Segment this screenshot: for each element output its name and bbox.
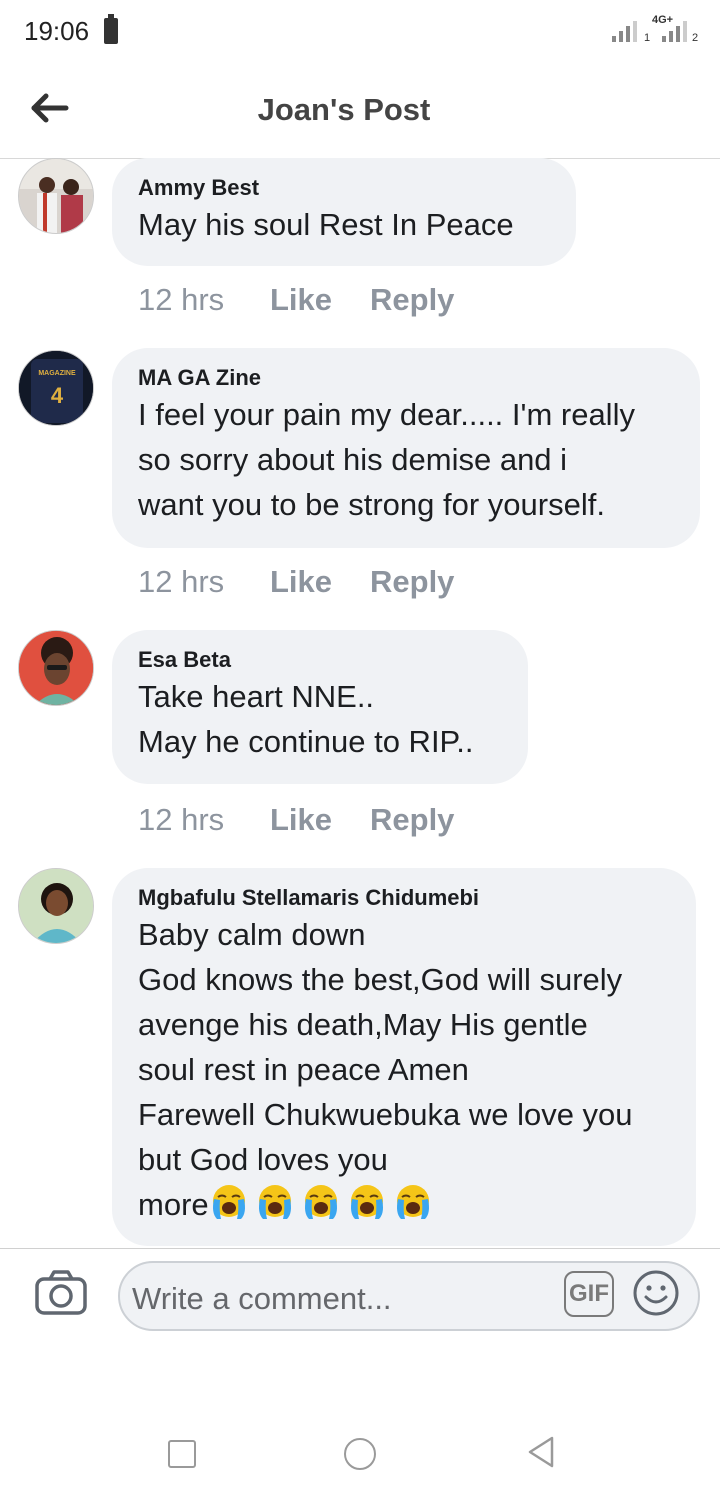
loudly-crying-face-icon bbox=[350, 1185, 383, 1219]
page-title: Joan's Post bbox=[257, 92, 431, 127]
avatar[interactable] bbox=[18, 158, 94, 234]
circle-icon[interactable] bbox=[344, 1438, 376, 1470]
loudly-crying-face-icon bbox=[212, 1185, 245, 1219]
comment-author[interactable]: Ammy Best bbox=[138, 174, 550, 202]
smiley-icon bbox=[633, 1270, 679, 1316]
comment-time: 12 hrs bbox=[138, 564, 225, 599]
comment-input-placeholder: Write a comment... bbox=[132, 1281, 392, 1316]
loudly-crying-face-icon bbox=[396, 1185, 429, 1219]
comment-text-body: Baby calm down God knows the best,God wi… bbox=[138, 917, 633, 1222]
comment-bubble[interactable]: MA GA Zine I feel your pain my dear.....… bbox=[112, 348, 700, 548]
like-button[interactable]: Like bbox=[270, 564, 370, 600]
status-bar: 19:06 1 4G+ 2 bbox=[0, 0, 720, 64]
avatar[interactable] bbox=[18, 630, 94, 706]
signal-icon-sim2 bbox=[662, 21, 687, 42]
avatar-number: 4 bbox=[51, 383, 64, 408]
comment-bubble[interactable]: Esa Beta Take heart NNE.. May he continu… bbox=[112, 630, 528, 784]
comment-text: I feel your pain my dear..... I'm really… bbox=[138, 397, 635, 522]
reply-button[interactable]: Reply bbox=[370, 564, 454, 600]
system-nav-bar bbox=[0, 1400, 720, 1500]
battery-icon bbox=[104, 14, 118, 44]
comment-actions: 12 hrs Like Reply bbox=[138, 282, 454, 318]
reply-button[interactable]: Reply bbox=[370, 282, 454, 318]
comment-input[interactable]: Write a comment... GIF bbox=[118, 1261, 700, 1331]
like-button[interactable]: Like bbox=[270, 802, 370, 838]
camera-icon bbox=[35, 1270, 87, 1315]
comment-actions: 12 hrs Like Reply bbox=[138, 802, 454, 838]
avatar[interactable] bbox=[18, 868, 94, 944]
reply-button[interactable]: Reply bbox=[370, 802, 454, 838]
square-icon[interactable] bbox=[168, 1440, 196, 1468]
comment-text: Baby calm down God knows the best,God wi… bbox=[138, 912, 670, 1227]
comment-time: 12 hrs bbox=[138, 802, 225, 837]
emoji-button[interactable] bbox=[632, 1269, 680, 1317]
comment-composer: Write a comment... GIF bbox=[0, 1248, 720, 1345]
sim1-label: 1 bbox=[644, 32, 651, 44]
avatar-magazine-text: MAGAZINE bbox=[38, 370, 76, 377]
comment-bubble[interactable]: Mgbafulu Stellamaris Chidumebi Baby calm… bbox=[112, 868, 696, 1246]
comment-author[interactable]: Mgbafulu Stellamaris Chidumebi bbox=[138, 884, 670, 912]
post-header: Joan's Post bbox=[0, 64, 720, 159]
like-button[interactable]: Like bbox=[270, 282, 370, 318]
comment-time: 12 hrs bbox=[138, 282, 225, 317]
profile-photo: MAGAZINE 4 bbox=[19, 351, 93, 425]
comment-bubble[interactable]: Ammy Best May his soul Rest In Peace bbox=[112, 158, 576, 266]
avatar[interactable]: MAGAZINE 4 bbox=[18, 350, 94, 426]
profile-photo bbox=[19, 631, 93, 705]
loudly-crying-face-icon bbox=[258, 1185, 291, 1219]
clock: 19:06 bbox=[24, 16, 90, 46]
triangle-back-icon[interactable] bbox=[526, 1436, 556, 1468]
profile-photo bbox=[19, 159, 93, 233]
signal-icon-sim1 bbox=[612, 21, 637, 42]
comment-author[interactable]: MA GA Zine bbox=[138, 364, 674, 392]
loudly-crying-face-icon bbox=[304, 1185, 337, 1219]
comment-text: May his soul Rest In Peace bbox=[138, 207, 514, 242]
comment-author[interactable]: Esa Beta bbox=[138, 646, 502, 674]
profile-photo bbox=[19, 869, 93, 943]
camera-button[interactable] bbox=[34, 1269, 88, 1317]
comment-text: Take heart NNE.. May he continue to RIP.… bbox=[138, 679, 474, 759]
comment-actions: 12 hrs Like Reply bbox=[138, 564, 454, 600]
emoji-row bbox=[209, 1185, 439, 1222]
sim2-label: 2 bbox=[692, 32, 699, 44]
gif-button[interactable]: GIF bbox=[564, 1271, 614, 1317]
